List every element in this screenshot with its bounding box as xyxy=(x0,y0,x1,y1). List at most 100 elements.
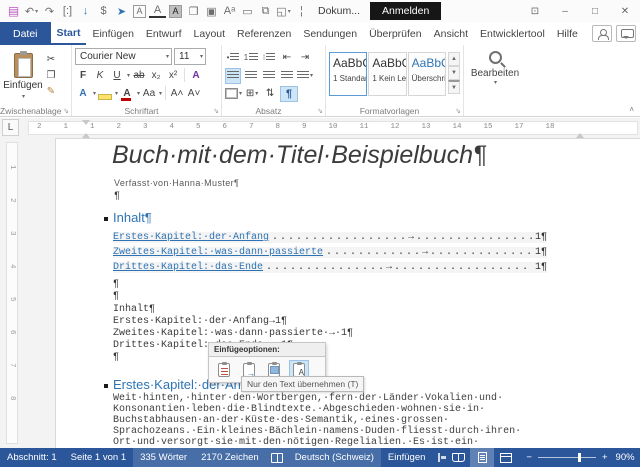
styles-scroll-up-icon[interactable]: ▲ xyxy=(447,52,460,66)
body-line[interactable]: Ort·und·versorgt·sie·mit·den·nötigen·Reg… xyxy=(113,437,479,448)
folder-open-icon[interactable]: ▭ xyxy=(239,3,256,20)
pasted-line[interactable]: Zweites·Kapitel:·was·dann·passierte·→·1¶ xyxy=(113,328,353,339)
print-layout-button[interactable] xyxy=(470,448,495,467)
clear-formatting-button[interactable]: A xyxy=(188,67,204,83)
body-line[interactable]: Konsonantien·leben·die·Blindtexte.·Abges… xyxy=(113,404,485,415)
comments-icon[interactable] xyxy=(616,25,636,42)
subscript-button[interactable]: x₂ xyxy=(148,67,164,83)
tab-file[interactable]: Datei xyxy=(0,22,51,45)
align-left-icon[interactable] xyxy=(225,67,241,84)
vertical-ruler[interactable]: 1 2 3 4 5 6 7 8 xyxy=(6,142,18,444)
language-indicator[interactable]: Deutsch (Schweiz) xyxy=(288,452,381,463)
show-formatting-marks-button[interactable]: ¶ xyxy=(280,85,299,102)
highlight-color-button[interactable] xyxy=(97,85,113,101)
undo-caret-icon[interactable]: ▾ xyxy=(35,8,38,15)
tab-entwurf[interactable]: Entwurf xyxy=(140,22,188,45)
sort-icon[interactable]: ⇅ xyxy=(262,86,278,102)
tab-referenzen[interactable]: Referenzen xyxy=(231,22,297,45)
toc-entry-3[interactable]: Drittes·Kapitel:·das·Ende ..............… xyxy=(113,262,547,273)
font-size-combobox[interactable]: 11 ▾ xyxy=(174,48,206,65)
font-dialog-launcher-icon[interactable]: ⇘ xyxy=(213,107,219,115)
paragraph-dialog-launcher-icon[interactable]: ⇘ xyxy=(317,107,323,115)
underline-button[interactable]: U xyxy=(109,67,125,83)
styles-scroll-down-icon[interactable]: ▼ xyxy=(447,66,460,80)
decrease-indent-icon[interactable]: ⇤ xyxy=(279,50,295,66)
cut-icon[interactable]: ✂ xyxy=(43,52,59,66)
styles-dialog-launcher-icon[interactable]: ⇘ xyxy=(455,107,461,115)
style-ueberschrift-1[interactable]: AaBbC Überschrif... xyxy=(407,52,446,96)
read-mode-button[interactable] xyxy=(446,448,470,467)
shrink-font-button[interactable]: A˅ xyxy=(186,85,202,101)
underline-caret-icon[interactable]: ▾ xyxy=(127,72,130,79)
change-case-button[interactable]: Aa xyxy=(141,85,157,101)
font-superscript-icon[interactable]: Aᵃ xyxy=(221,3,238,20)
close-button[interactable]: ✕ xyxy=(610,1,640,21)
qat-more-icon[interactable]: ¦ xyxy=(293,3,310,20)
bold-button[interactable]: F xyxy=(75,67,91,83)
strikethrough-button[interactable]: ab xyxy=(131,67,147,83)
tab-start[interactable]: Start xyxy=(50,22,87,45)
shading-icon[interactable]: ▾ xyxy=(225,86,242,102)
save-all-icon[interactable]: ⧉ xyxy=(257,3,274,20)
word-count[interactable]: 335 Wörter xyxy=(133,452,194,463)
tab-ueberpruefen[interactable]: Überprüfen xyxy=(363,22,428,45)
currency-icon[interactable]: $ xyxy=(95,3,112,20)
text-effects-button[interactable]: A xyxy=(75,85,91,101)
pasted-line[interactable]: Erstes·Kapitel:·der·Anfang→1¶ xyxy=(113,316,287,327)
editing-group[interactable]: Bearbeiten ▾ xyxy=(464,45,526,116)
paste-button[interactable]: Einfügen ▾ xyxy=(3,48,43,103)
collapse-ribbon-icon[interactable]: ˄ xyxy=(629,105,634,114)
zoom-slider-handle[interactable] xyxy=(577,453,581,462)
toc-link[interactable]: Drittes·Kapitel:·das·Ende xyxy=(113,262,263,273)
tab-sendungen[interactable]: Sendungen xyxy=(297,22,363,45)
font-name-combobox[interactable]: Courier New ▾ xyxy=(75,48,172,65)
zoom-out-button[interactable]: − xyxy=(526,452,532,463)
macro-record-icon[interactable] xyxy=(438,453,447,462)
minimize-button[interactable]: – xyxy=(550,1,580,21)
field-brackets-icon[interactable]: [:] xyxy=(59,3,76,20)
shapes-icon[interactable]: ◱ ▾ xyxy=(275,3,292,20)
style-kein-leerraum[interactable]: AaBbCcD 1 Kein Lee... xyxy=(368,52,407,96)
signin-button[interactable]: Anmelden xyxy=(370,2,442,20)
pasted-line[interactable]: Inhalt¶ xyxy=(113,304,155,315)
font-color-button[interactable]: A xyxy=(119,85,135,101)
shading-a-icon[interactable]: A xyxy=(149,4,166,18)
contact-icon[interactable]: ▣ xyxy=(203,3,220,20)
doc-title-text[interactable]: Buch·mit·dem·Titel·Beispielbuch¶ xyxy=(112,141,486,170)
tab-layout[interactable]: Layout xyxy=(188,22,232,45)
toc-entry-2[interactable]: Zweites·Kapitel:·was·dann·passierte ....… xyxy=(113,247,547,258)
first-line-indent-marker[interactable] xyxy=(82,120,90,129)
body-line[interactable]: Sprachozeans.·Ein·kleines·Bächlein·namen… xyxy=(113,426,521,437)
line-spacing-icon[interactable]: ▾ xyxy=(297,68,313,84)
undo-icon[interactable]: ↶ ▾ xyxy=(23,3,40,20)
arrow-down-icon[interactable]: ↓ xyxy=(77,3,94,20)
character-count[interactable]: 2170 Zeichen xyxy=(194,452,266,463)
redo-icon[interactable]: ↷ xyxy=(41,3,58,20)
maximize-button[interactable]: □ xyxy=(580,1,610,21)
format-painter-icon[interactable]: ✎ xyxy=(43,84,59,98)
insert-mode-indicator[interactable]: Einfügen xyxy=(381,452,433,463)
borders-icon[interactable]: ⊞ ▾ xyxy=(244,86,260,102)
italic-button[interactable]: K xyxy=(92,67,108,83)
ribbon-display-options-button[interactable]: ⊡ xyxy=(520,1,550,21)
keep-source-formatting-icon[interactable] xyxy=(214,360,234,379)
styles-more-icon[interactable]: ▼ xyxy=(447,80,460,94)
horizontal-ruler[interactable]: 2 1 1 2 3 4 5 6 7 8 9 10 11 12 13 14 15 … xyxy=(28,121,638,135)
tab-hilfe[interactable]: Hilfe xyxy=(551,22,584,45)
superscript-button[interactable]: x² xyxy=(165,67,181,83)
toc-link[interactable]: Erstes·Kapitel:·der·Anfang xyxy=(113,232,269,243)
highlight-a-icon[interactable]: A xyxy=(169,4,182,18)
increase-indent-icon[interactable]: ⇥ xyxy=(297,50,313,66)
tab-entwicklertool[interactable]: Entwicklertool xyxy=(474,22,551,45)
right-indent-marker[interactable] xyxy=(576,129,584,138)
justify-icon[interactable] xyxy=(279,68,295,84)
doc-byline-text[interactable]: Verfasst·von·Hanna·Muster¶ xyxy=(114,178,239,188)
tab-stop-selector[interactable]: L xyxy=(2,119,19,136)
tab-ansicht[interactable]: Ansicht xyxy=(428,22,474,45)
align-center-icon[interactable] xyxy=(243,68,259,84)
tab-einfuegen[interactable]: Einfügen xyxy=(86,22,139,45)
toc-link[interactable]: Zweites·Kapitel:·was·dann·passierte xyxy=(113,247,323,258)
body-line[interactable]: Buchstabhausen·an·der·Küste·des·Semantik… xyxy=(113,415,449,426)
numbering-icon[interactable]: 1 xyxy=(243,50,259,66)
copy-icon[interactable]: ❐ xyxy=(43,68,59,82)
